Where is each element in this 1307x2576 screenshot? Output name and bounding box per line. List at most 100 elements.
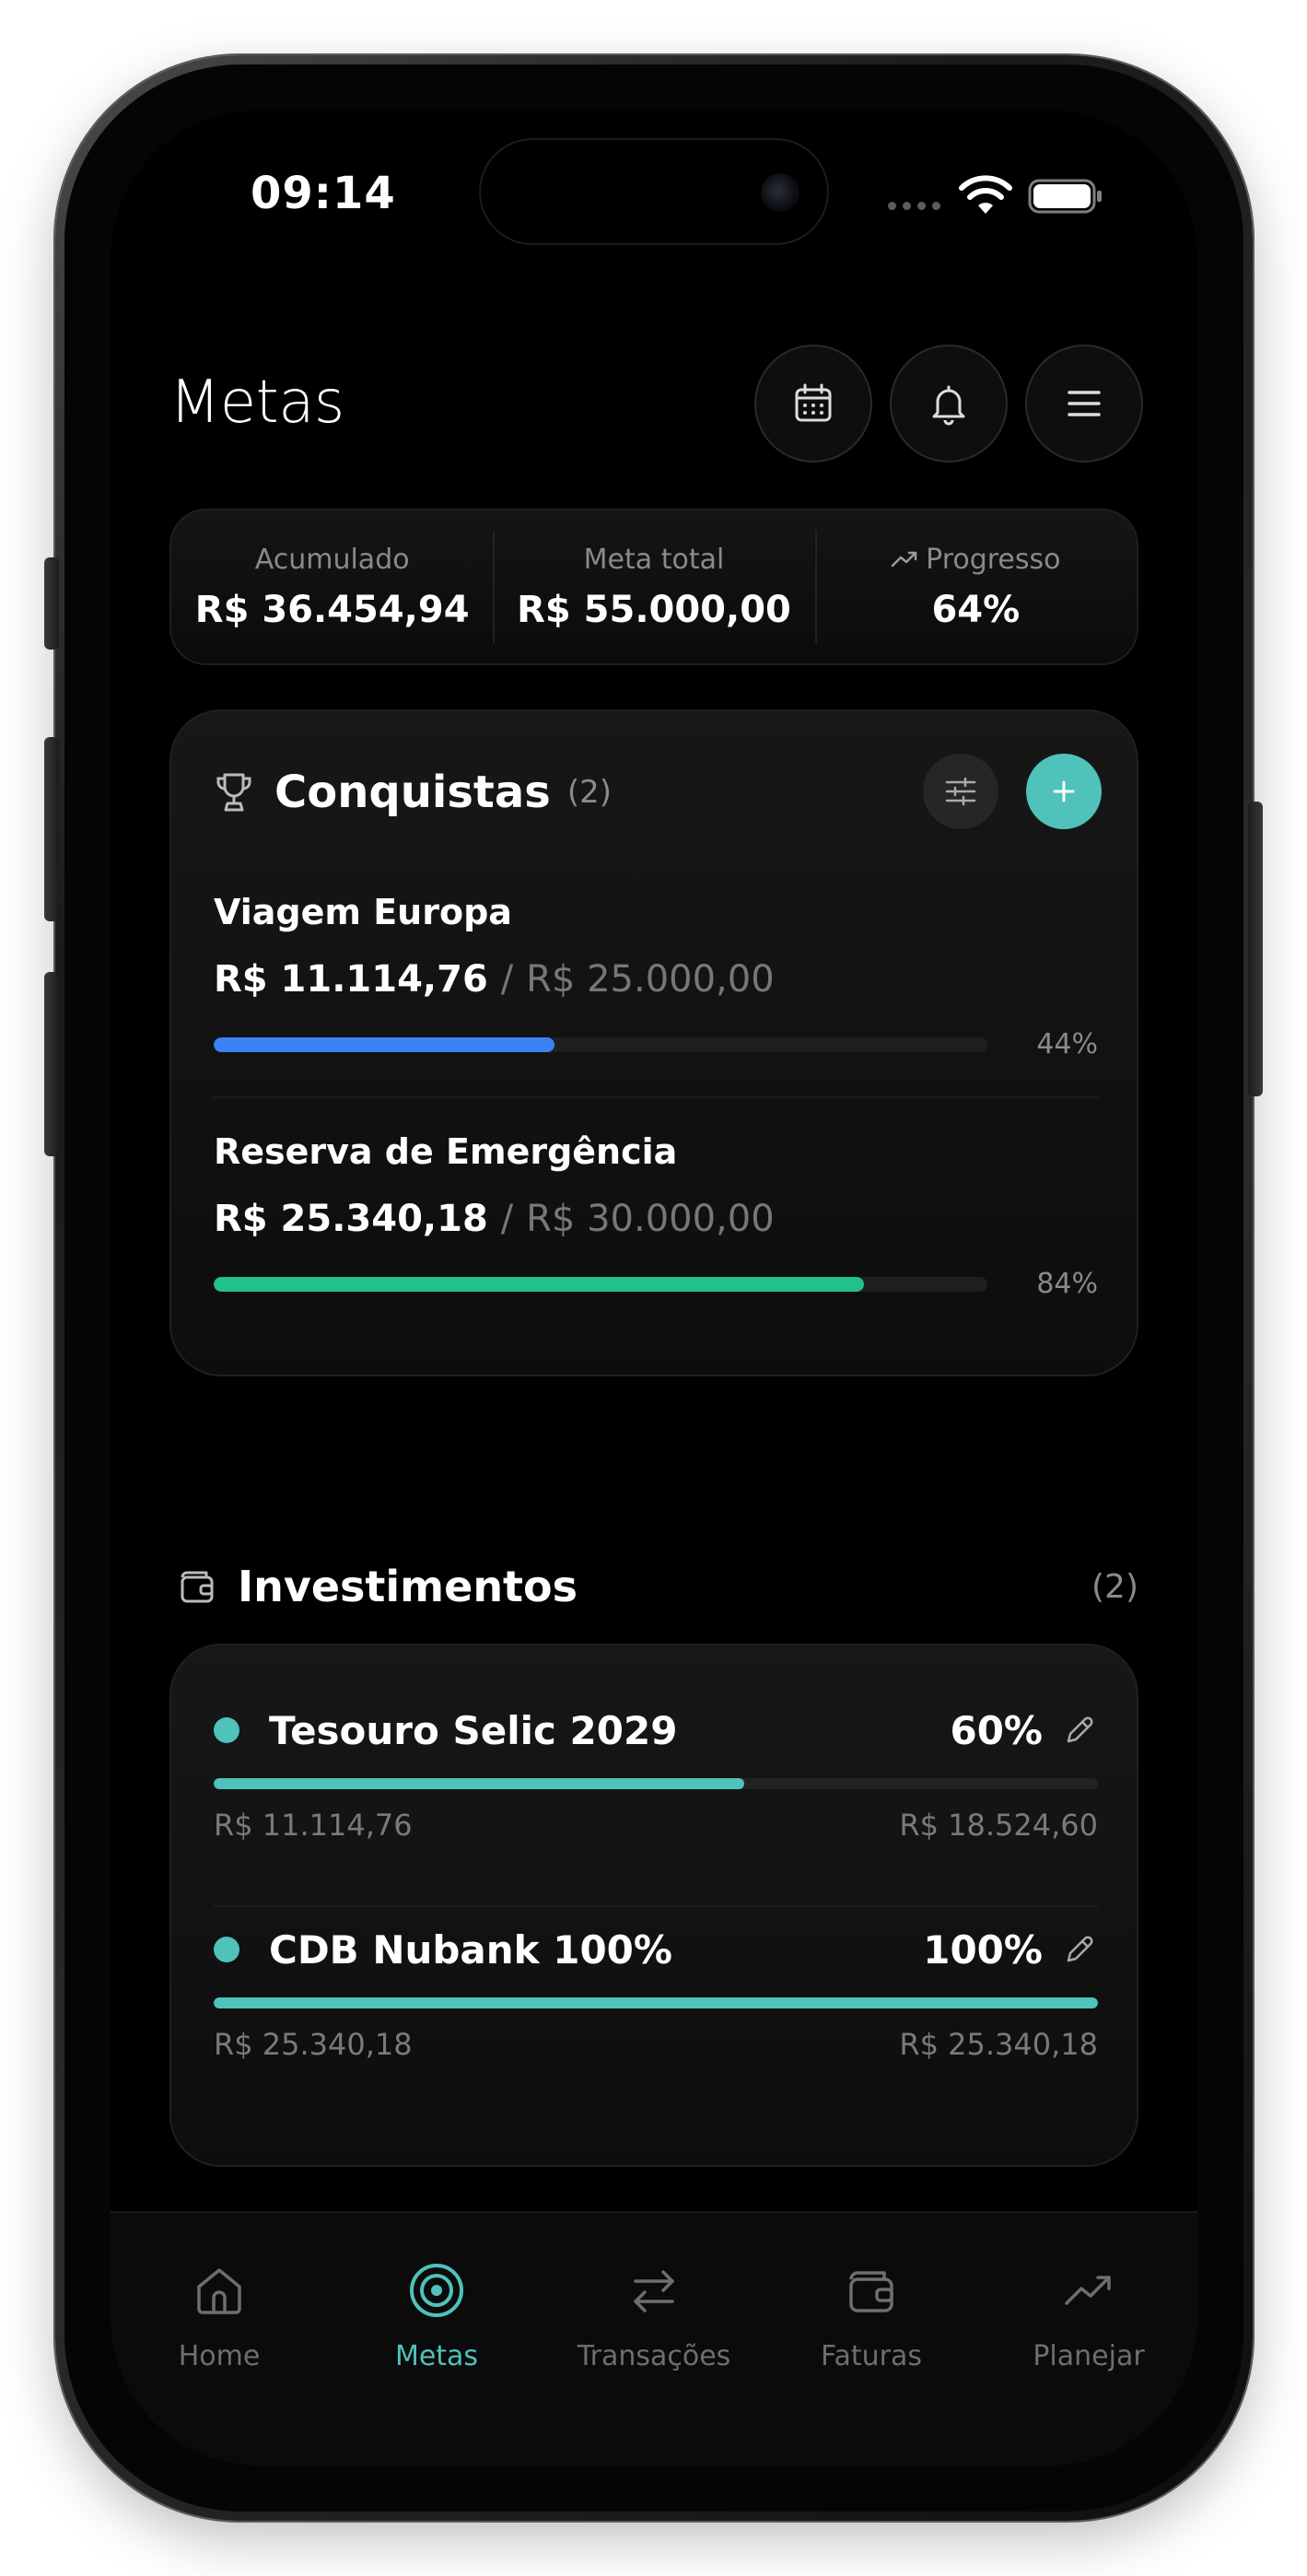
investment-name: CDB Nubank 100% [269, 1926, 672, 1973]
goal-target: R$ 30.000,00 [526, 1198, 775, 1240]
power-button [1248, 802, 1263, 1096]
tab-home[interactable]: Home [111, 2213, 328, 2465]
tab-label: Planejar [1033, 2340, 1145, 2372]
summary-progress: Progresso 64% [814, 510, 1137, 663]
pencil-icon [1067, 1716, 1093, 1743]
investment-progress-track [214, 1778, 1098, 1789]
plus-icon [1053, 780, 1075, 802]
calendar-button[interactable] [754, 345, 872, 463]
investment-progress-fill [214, 1997, 1098, 2008]
status-time: 09:14 [251, 168, 396, 219]
divider [214, 1096, 1098, 1098]
investment-target: R$ 18.524,60 [899, 1808, 1098, 1843]
investment-amounts: R$ 11.114,76 R$ 18.524,60 [214, 1808, 1098, 1843]
investments-title: Investimentos [238, 1562, 578, 1611]
investment-percent: 60% [950, 1707, 1043, 1753]
summary-value: R$ 55.000,00 [517, 588, 791, 631]
bell-icon [932, 385, 965, 426]
investment-item[interactable]: Tesouro Selic 2029 60% R$ 11.114,76 R$ 1… [214, 1703, 1098, 1843]
status-dot-icon [214, 1937, 239, 1962]
edit-button[interactable] [1061, 1712, 1098, 1749]
tab-label: Transações [577, 2340, 731, 2372]
goal-target: R$ 25.000,00 [526, 958, 775, 1001]
investment-current: R$ 25.340,18 [214, 2027, 413, 2062]
tab-label: Home [178, 2340, 261, 2372]
edit-button[interactable] [1061, 1931, 1098, 1968]
add-goal-button[interactable] [1026, 754, 1102, 829]
pencil-icon [1067, 1936, 1093, 1962]
investment-progress-fill [214, 1778, 744, 1789]
goal-percent: 44% [1036, 1028, 1098, 1060]
tab-metas[interactable]: Metas [328, 2213, 545, 2465]
achievements-header: Conquistas (2) [214, 755, 612, 829]
goal-progress-row: 44% [214, 1028, 1098, 1060]
menu-button[interactable] [1025, 345, 1143, 463]
camera-icon [761, 173, 799, 212]
trophy-icon [216, 773, 251, 812]
investments-header: Investimentos (2) [177, 1559, 1138, 1614]
tab-label: Metas [394, 2340, 479, 2372]
goal-progress-track [214, 1276, 987, 1292]
summary-value: R$ 36.454,94 [194, 588, 470, 631]
calendar-icon [795, 383, 832, 422]
investment-row: CDB Nubank 100% 100% [214, 1922, 1098, 1977]
investments-card: Tesouro Selic 2029 60% R$ 11.114,76 R$ 1… [169, 1644, 1138, 2167]
goal-progress-fill [214, 1276, 864, 1292]
trending-up-icon [1065, 2276, 1111, 2305]
investment-name: Tesouro Selic 2029 [269, 1707, 678, 1753]
filter-button[interactable] [923, 754, 998, 829]
goal-item[interactable]: Viagem Europa R$ 11.114,76 / R$ 25.000,0… [214, 892, 1098, 1060]
summary-panel: Acumulado R$ 36.454,94 Meta total R$ 55.… [169, 509, 1138, 665]
wallet-icon [181, 1571, 214, 1603]
dynamic-island [481, 140, 827, 243]
goal-name: Viagem Europa [214, 892, 512, 932]
investment-target: R$ 25.340,18 [899, 2027, 1098, 2062]
achievements-card: Conquistas (2) Viagem Europa R$ 11.114,7… [169, 709, 1138, 1376]
volume-down-button [44, 972, 59, 1156]
hamburger-menu-icon [1068, 391, 1101, 416]
goal-separator: / [500, 1198, 514, 1240]
volume-up-button [44, 737, 59, 921]
notifications-button[interactable] [890, 345, 1008, 463]
investment-progress-track [214, 1997, 1098, 2008]
battery-icon [1028, 179, 1102, 214]
investment-current: R$ 11.114,76 [214, 1808, 413, 1843]
summary-label: Acumulado [254, 543, 410, 576]
goal-current: R$ 25.340,18 [214, 1198, 488, 1240]
achievements-title: Conquistas [274, 767, 551, 818]
cellular-signal-icon [888, 202, 940, 210]
tab-bar: Home Metas Transações Faturas Planejar [111, 2211, 1197, 2465]
summary-label: Progresso [926, 543, 1061, 576]
summary-value: 64% [931, 588, 1021, 631]
investment-item[interactable]: CDB Nubank 100% 100% R$ 25.340,18 R$ 25.… [214, 1922, 1098, 2062]
goal-progress-track [214, 1036, 987, 1052]
home-icon [197, 2268, 241, 2314]
wifi-icon [959, 175, 1012, 214]
summary-total-goal: Meta total R$ 55.000,00 [493, 510, 814, 663]
trending-up-icon [891, 551, 917, 568]
goal-amounts: R$ 25.340,18 / R$ 30.000,00 [214, 1198, 1098, 1240]
investments-count: (2) [1091, 1567, 1138, 1606]
goal-separator: / [500, 958, 514, 1001]
goal-progress-row: 84% [214, 1268, 1098, 1300]
tab-planejar[interactable]: Planejar [980, 2213, 1197, 2465]
investment-amounts: R$ 25.340,18 R$ 25.340,18 [214, 2027, 1098, 2062]
goal-progress-fill [214, 1036, 554, 1052]
tab-label: Faturas [820, 2340, 922, 2372]
investment-row: Tesouro Selic 2029 60% [214, 1703, 1098, 1758]
divider [214, 1905, 1098, 1907]
summary-accumulated: Acumulado R$ 36.454,94 [171, 510, 493, 663]
summary-label: Meta total [583, 543, 725, 576]
transfer-arrows-icon [634, 2270, 674, 2313]
tab-transacoes[interactable]: Transações [545, 2213, 763, 2465]
investment-percent: 100% [923, 1926, 1043, 1973]
goal-amounts: R$ 11.114,76 / R$ 25.000,00 [214, 958, 1098, 1001]
sliders-icon [945, 777, 976, 806]
wallet-icon [849, 2271, 893, 2313]
goal-name: Reserva de Emergência [214, 1131, 678, 1172]
screen: 09:14 Metas Acumulado R$ 36.454,94 Meta … [111, 111, 1197, 2465]
target-icon [410, 2264, 463, 2317]
status-dot-icon [214, 1717, 239, 1743]
goal-item[interactable]: Reserva de Emergência R$ 25.340,18 / R$ … [214, 1131, 1098, 1300]
tab-faturas[interactable]: Faturas [763, 2213, 980, 2465]
